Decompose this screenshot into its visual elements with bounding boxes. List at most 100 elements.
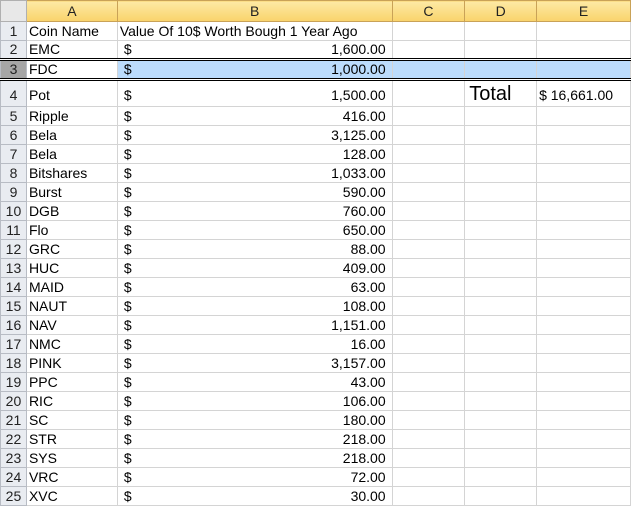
cell-d[interactable] (464, 239, 538, 259)
row-header[interactable]: 6 (0, 125, 27, 145)
row-header[interactable]: 3 (0, 58, 27, 81)
row-header[interactable]: 19 (0, 372, 27, 392)
row-header[interactable]: 23 (0, 448, 27, 468)
row-header[interactable]: 16 (0, 315, 27, 335)
cell-d[interactable] (464, 277, 538, 297)
row-header[interactable]: 4 (0, 79, 27, 107)
column-header-d[interactable]: D (464, 0, 538, 22)
cell-d[interactable] (464, 467, 538, 487)
value-cell[interactable]: $180.00 (116, 410, 393, 430)
cell-c[interactable] (391, 391, 466, 411)
cell-c[interactable] (391, 182, 466, 202)
cell-e[interactable] (536, 163, 631, 183)
cell-e[interactable] (536, 429, 631, 449)
column-header-c[interactable]: C (391, 0, 466, 22)
cell-d4[interactable]: Total (464, 79, 538, 107)
coin-name-cell[interactable]: STR (25, 429, 118, 449)
coin-name-cell[interactable]: Burst (25, 182, 118, 202)
cell-d[interactable] (464, 220, 538, 240)
column-header-b[interactable]: B (116, 0, 393, 22)
cell-d1[interactable] (464, 21, 538, 41)
row-header[interactable]: 24 (0, 467, 27, 487)
row-header[interactable]: 2 (0, 40, 27, 60)
cell-d[interactable] (464, 182, 538, 202)
cell-e[interactable] (536, 372, 631, 392)
column-header-e[interactable]: E (536, 0, 631, 22)
coin-name-cell[interactable]: Flo (25, 220, 118, 240)
cell-e[interactable] (536, 220, 631, 240)
cell-c[interactable] (391, 163, 466, 183)
value-cell[interactable]: $1,600.00 (116, 40, 393, 60)
cell-d[interactable] (464, 258, 538, 278)
coin-name-cell[interactable]: Bela (25, 144, 118, 164)
cell-d[interactable] (464, 40, 538, 60)
cell-d[interactable] (464, 296, 538, 316)
row-header[interactable]: 15 (0, 296, 27, 316)
value-cell[interactable]: $3,157.00 (116, 353, 393, 373)
value-cell[interactable]: $88.00 (116, 239, 393, 259)
cell-c[interactable] (391, 258, 466, 278)
cell-d[interactable] (464, 201, 538, 221)
cell-c[interactable] (391, 448, 466, 468)
value-cell[interactable]: $1,000.00 (116, 58, 393, 81)
cell-d[interactable] (464, 429, 538, 449)
value-cell[interactable]: $43.00 (116, 372, 393, 392)
cell-e[interactable] (536, 410, 631, 430)
row-header[interactable]: 12 (0, 239, 27, 259)
value-cell[interactable]: $409.00 (116, 258, 393, 278)
cell-c[interactable] (391, 125, 466, 145)
cell-c[interactable] (391, 467, 466, 487)
coin-name-cell[interactable]: SYS (25, 448, 118, 468)
cell-c[interactable] (391, 410, 466, 430)
cell-e1[interactable] (536, 21, 631, 41)
cell-c[interactable] (391, 277, 466, 297)
row-header[interactable]: 18 (0, 353, 27, 373)
cell-e[interactable] (536, 448, 631, 468)
coin-name-cell[interactable]: SC (25, 410, 118, 430)
cell-e[interactable] (536, 144, 631, 164)
row-header[interactable]: 10 (0, 201, 27, 221)
cell-c[interactable] (391, 201, 466, 221)
coin-name-cell[interactable]: Bela (25, 125, 118, 145)
cell-c[interactable] (391, 353, 466, 373)
cell-b1[interactable]: Value Of 10$ Worth Bough 1 Year Ago (116, 21, 393, 41)
cell-c1[interactable] (391, 21, 466, 41)
value-cell[interactable]: $1,151.00 (116, 315, 393, 335)
row-header[interactable]: 1 (0, 21, 27, 41)
cell-e[interactable] (536, 486, 631, 506)
row-header[interactable]: 22 (0, 429, 27, 449)
cell-c[interactable] (391, 106, 466, 126)
value-cell[interactable]: $63.00 (116, 277, 393, 297)
cell-e4[interactable]: $ 16,661.00 (536, 79, 631, 107)
cell-c[interactable] (391, 144, 466, 164)
coin-name-cell[interactable]: MAID (25, 277, 118, 297)
value-cell[interactable]: $416.00 (116, 106, 393, 126)
cell-c[interactable] (391, 296, 466, 316)
cell-d[interactable] (464, 391, 538, 411)
coin-name-cell[interactable]: DGB (25, 201, 118, 221)
row-header[interactable]: 25 (0, 486, 27, 506)
cell-c[interactable] (391, 79, 466, 107)
cell-e[interactable] (536, 296, 631, 316)
cell-d[interactable] (464, 58, 538, 81)
value-cell[interactable]: $128.00 (116, 144, 393, 164)
cell-c[interactable] (391, 220, 466, 240)
cell-e[interactable] (536, 391, 631, 411)
spreadsheet-grid[interactable]: A B C D E 1 Coin Name Value Of 10$ Worth… (0, 0, 631, 506)
cell-d[interactable] (464, 334, 538, 354)
value-cell[interactable]: $1,033.00 (116, 163, 393, 183)
row-header[interactable]: 14 (0, 277, 27, 297)
cell-d[interactable] (464, 372, 538, 392)
cell-e[interactable] (536, 125, 631, 145)
value-cell[interactable]: $650.00 (116, 220, 393, 240)
cell-d[interactable] (464, 106, 538, 126)
column-header-a[interactable]: A (25, 0, 118, 22)
cell-e[interactable] (536, 467, 631, 487)
coin-name-cell[interactable]: NMC (25, 334, 118, 354)
cell-e[interactable] (536, 182, 631, 202)
cell-c[interactable] (391, 239, 466, 259)
cell-d[interactable] (464, 486, 538, 506)
cell-c[interactable] (391, 486, 466, 506)
cell-d[interactable] (464, 315, 538, 335)
cell-e[interactable] (536, 258, 631, 278)
